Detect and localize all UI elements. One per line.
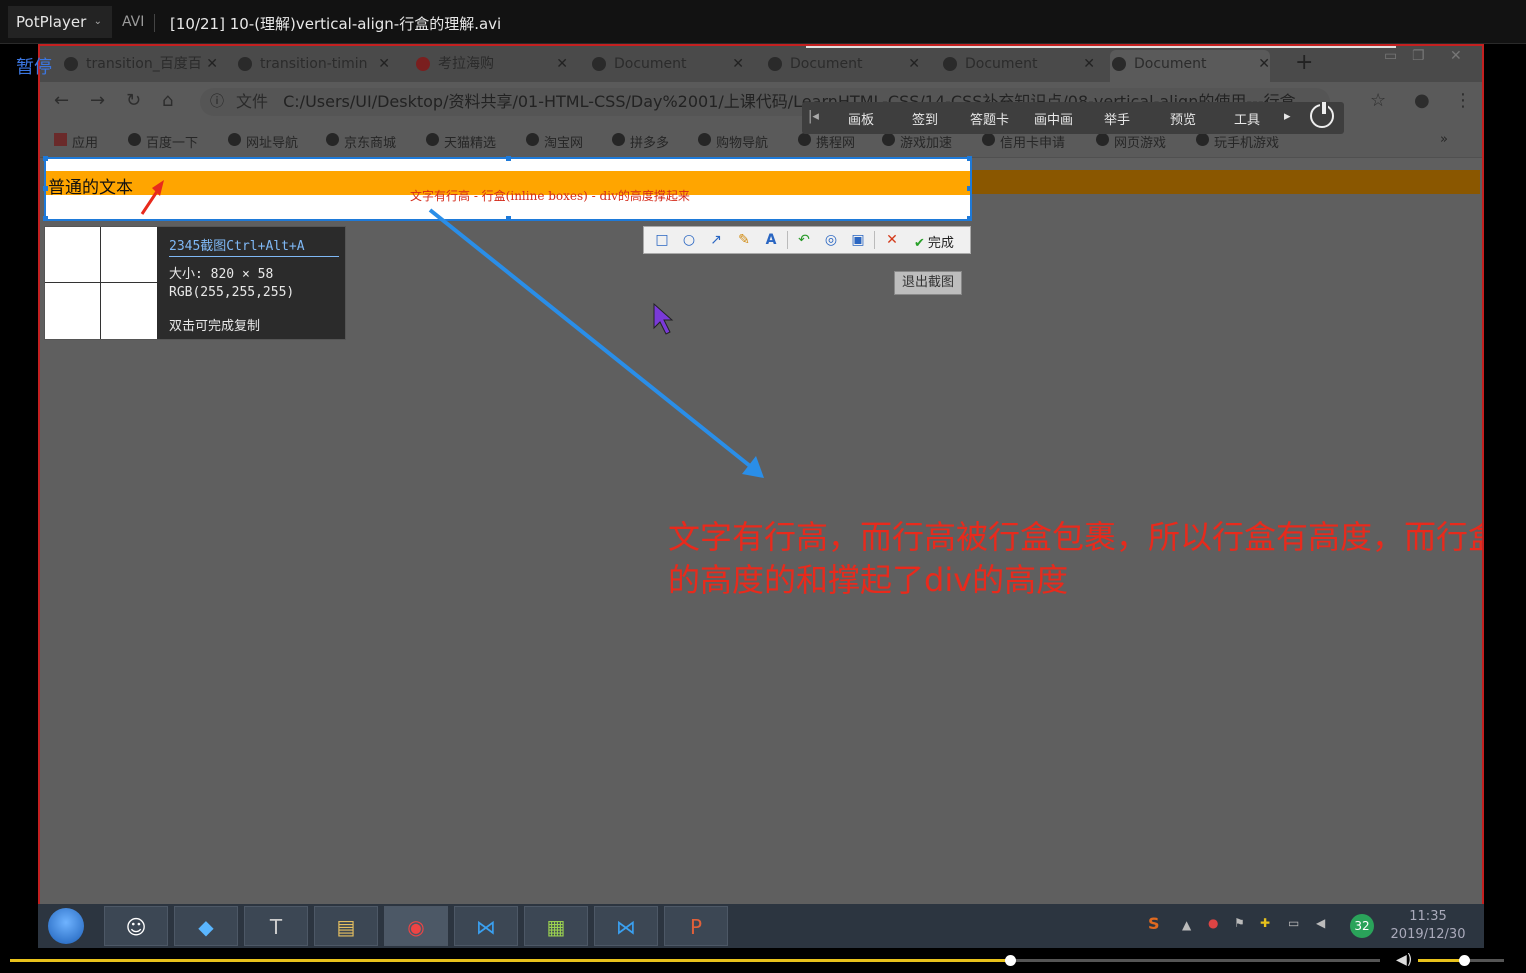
volume-level <box>1418 959 1464 962</box>
seek-handle[interactable] <box>1005 955 1017 966</box>
notepad-icon: ▦ <box>546 915 566 939</box>
taskbar-app-chrome[interactable]: ◉ <box>384 906 448 946</box>
taskbar-app-typora[interactable]: T <box>244 906 308 946</box>
clock-time: 11:35 <box>1409 909 1447 924</box>
taskbar-app-avatar[interactable]: ☺ <box>104 906 168 946</box>
start-button[interactable] <box>44 906 88 946</box>
blue-arrow-icon <box>428 208 752 468</box>
clock-date: 2019/12/30 <box>1390 927 1466 942</box>
seek-progress <box>10 959 1011 962</box>
annotation-arrows <box>140 180 764 478</box>
flag-icon[interactable]: ⚑ <box>1234 916 1245 930</box>
player-menu-button[interactable]: PotPlayer ⌄ <box>8 6 112 38</box>
mouse-cursor-icon <box>653 302 674 335</box>
red-arrow-icon <box>140 189 160 215</box>
powerpoint-icon: P <box>689 915 703 939</box>
file-format-label: AVI <box>122 14 145 30</box>
speaker-icon[interactable]: ◀) <box>1396 952 1412 968</box>
volume-slider[interactable] <box>1418 955 1504 966</box>
chevron-down-icon: ⌄ <box>93 16 102 27</box>
sogou-ime-icon[interactable]: S <box>1148 914 1160 933</box>
taskbar-app-vscode-2[interactable]: ⋈ <box>594 906 658 946</box>
player-titlebar: PotPlayer ⌄ AVI [10/21] 10-(理解)vertical-… <box>0 0 1526 44</box>
windows-taskbar: ☺ ◆ T ▤ ◉ ⋈ ▦ ⋈ P S ▲ ● ⚑ ✚ ▭ ◀ 32 11:35… <box>38 904 1484 948</box>
file-title: [10/21] 10-(理解)vertical-align-行盒的理解.avi <box>170 15 502 33</box>
typora-icon: T <box>269 915 283 939</box>
blue-arrowhead-icon <box>742 456 764 478</box>
titlebar-divider <box>154 14 155 32</box>
pause-indicator: 暂停 <box>16 57 52 78</box>
video-frame[interactable]: transition_百度百 ✕ transition-timin ✕ 考拉海购… <box>38 44 1484 906</box>
taskbar-app-notepad[interactable]: ▦ <box>524 906 588 946</box>
seek-bar[interactable] <box>10 955 1380 966</box>
player-brand-label: PotPlayer <box>16 13 87 31</box>
media-player-icon: ◆ <box>198 915 214 939</box>
person-avatar-icon: ☺ <box>125 915 147 939</box>
vscode-icon: ⋈ <box>616 915 636 939</box>
vscode-icon: ⋈ <box>476 915 496 939</box>
taskbar-app-powerpoint[interactable]: P <box>664 906 728 946</box>
potplayer-window: PotPlayer ⌄ AVI [10/21] 10-(理解)vertical-… <box>0 0 1526 973</box>
taskbar-app-media[interactable]: ◆ <box>174 906 238 946</box>
system-clock[interactable]: 11:35 2019/12/30 <box>1388 908 1468 944</box>
tray-plus-icon[interactable]: ✚ <box>1260 916 1270 930</box>
tray-expand-icon[interactable]: ▲ <box>1182 918 1191 932</box>
tray-badge[interactable]: 32 <box>1350 914 1374 938</box>
network-icon[interactable]: ▭ <box>1288 916 1299 930</box>
taskbar-app-vscode[interactable]: ⋈ <box>454 906 518 946</box>
tray-app-icon[interactable]: ● <box>1208 916 1218 930</box>
volume-icon[interactable]: ◀ <box>1316 916 1325 930</box>
volume-handle[interactable] <box>1458 955 1470 966</box>
windows-orb-icon <box>48 908 84 944</box>
folder-icon: ▤ <box>336 915 356 939</box>
chrome-icon: ◉ <box>407 915 425 939</box>
taskbar-app-files[interactable]: ▤ <box>314 906 378 946</box>
